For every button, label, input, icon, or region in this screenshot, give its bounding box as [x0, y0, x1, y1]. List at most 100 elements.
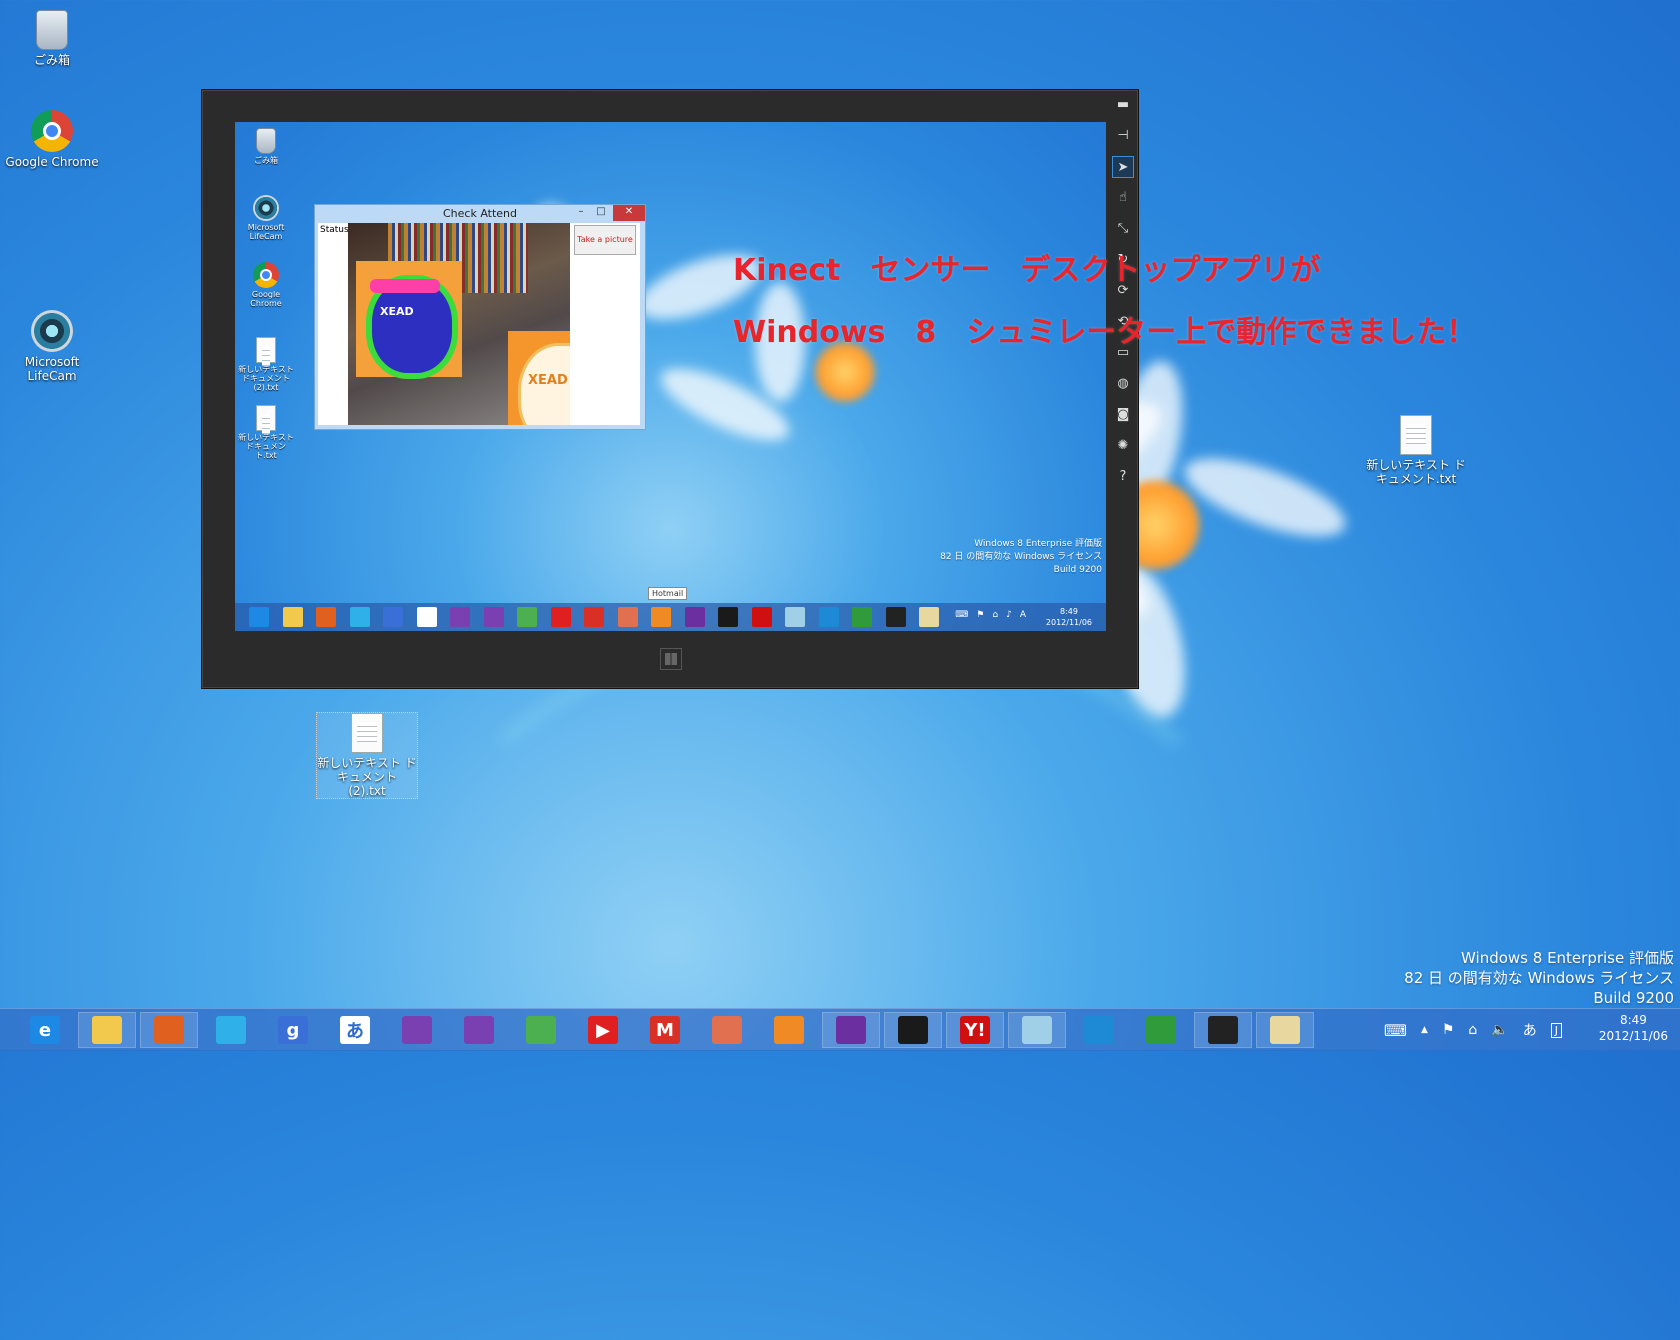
keyboard-icon[interactable]: ⌨	[1384, 1021, 1407, 1040]
google-icon: g	[278, 1016, 308, 1044]
sim-tray: ⌨ ⚑ ⌂ ♪ A	[955, 610, 1026, 620]
sim-desktop-icon-recycle-bin[interactable]: ごみ箱	[236, 128, 296, 165]
sim-taskbar-vs-blue-icon[interactable]	[818, 607, 839, 627]
taskbar-button-paint[interactable]	[1256, 1012, 1314, 1048]
ime-mode-indicator[interactable]: A	[1020, 610, 1026, 620]
taskbar-button-yahoo-[interactable]: Y!	[946, 1012, 1004, 1048]
sim-desktop-icon-chrome[interactable]: Google Chrome	[236, 262, 296, 308]
taskbar-button-visual-studio-2[interactable]	[450, 1012, 508, 1048]
maximize-button[interactable]: □	[591, 205, 611, 221]
sim-desktop-icon-text-document-2[interactable]: 新しいテキスト ドキュメント (2).txt	[236, 337, 296, 392]
sim-taskbar-gmail-icon[interactable]	[584, 607, 604, 627]
volume-icon[interactable]: ♪	[1006, 610, 1012, 620]
taskbar-button-paint-net[interactable]	[140, 1012, 198, 1048]
taskbar-button-evernote[interactable]	[512, 1012, 570, 1048]
sim-taskbar-paint-icon[interactable]	[919, 607, 939, 627]
mouse-mode-icon[interactable]: ➤	[1112, 156, 1134, 178]
ime-mode-icon[interactable]: J	[1550, 1022, 1562, 1038]
desktop-icon-lifecam[interactable]: Microsoft LifeCam	[2, 310, 102, 383]
pin-icon[interactable]: ⊣	[1112, 125, 1134, 147]
sim-taskbar-paint-net-icon[interactable]	[316, 607, 336, 627]
taskbar-button-translator[interactable]: あ	[326, 1012, 384, 1048]
sim-taskbar-vs-green-icon[interactable]	[852, 607, 872, 627]
take-picture-button[interactable]: Take a picture	[574, 225, 636, 255]
sim-desktop-icon-lifecam[interactable]: Microsoft LifeCam	[236, 195, 296, 241]
desktop-icon-chrome[interactable]: Google Chrome	[2, 110, 102, 169]
sim-taskbar-evernote-icon[interactable]	[517, 607, 537, 627]
evernote-icon	[526, 1016, 556, 1044]
taskbar-button-windows-store[interactable]	[202, 1012, 260, 1048]
chrome-icon	[253, 262, 279, 288]
window-title: Check Attend	[442, 207, 517, 220]
sim-taskbar-visual-studio-1-icon[interactable]	[450, 607, 470, 627]
taskbar-button-google[interactable]: g	[264, 1012, 322, 1048]
desktop-icon-label: Google Chrome	[5, 155, 99, 169]
visual-studio-2-icon	[464, 1016, 494, 1044]
sim-taskbar-windows-store-icon[interactable]	[349, 607, 370, 627]
network-icon[interactable]: ⌂	[992, 610, 998, 620]
screenshot-icon[interactable]: ◙	[1112, 404, 1134, 426]
show-hidden-icons-button[interactable]: ▲	[1421, 1025, 1428, 1035]
flag-icon[interactable]: ⚑	[976, 610, 984, 620]
simulator-icon	[1208, 1016, 1238, 1044]
vs-green-icon	[1146, 1016, 1176, 1044]
network-icon[interactable]: ◍	[1112, 373, 1134, 395]
sim-taskbar-visual-studio-icon[interactable]	[684, 607, 705, 627]
simulator-screen[interactable]: ごみ箱 Microsoft LifeCam Google Chrome 新しいテ…	[235, 122, 1106, 631]
watermark-edition: Windows 8 Enterprise 評価版	[974, 539, 1102, 549]
action-center-flag-icon[interactable]: ⚑	[1442, 1022, 1455, 1038]
network-icon[interactable]: ⌂	[1468, 1022, 1477, 1038]
clock[interactable]: 8:49 2012/11/06	[1599, 1012, 1668, 1044]
internet-explorer-icon: e	[30, 1016, 60, 1044]
ime-indicator[interactable]: あ	[1523, 1020, 1537, 1040]
tool-icon	[712, 1016, 742, 1044]
sim-taskbar-vs-express-icon[interactable]	[718, 607, 738, 627]
sim-taskbar-yahoo--icon[interactable]	[751, 607, 772, 627]
sim-icon-label: ごみ箱	[254, 156, 278, 165]
taskbar-button-tool[interactable]	[698, 1012, 756, 1048]
volume-icon[interactable]: 🔈	[1491, 1022, 1508, 1038]
keyboard-icon[interactable]: ⌨	[955, 610, 968, 620]
taskbar-button-vs-blue[interactable]	[1070, 1012, 1128, 1048]
sim-icon-label: Microsoft LifeCam	[247, 223, 285, 241]
clock-time: 8:49	[1619, 1013, 1647, 1027]
desktop-icon-text-document-2[interactable]: 新しいテキスト ドキュメント (2).txt	[316, 712, 418, 799]
minimize-icon[interactable]: ▬	[1112, 94, 1134, 116]
window-titlebar[interactable]: Check Attend – □ ✕	[315, 205, 645, 223]
sim-taskbar-simulator-icon[interactable]	[885, 607, 906, 627]
taskbar-button-visual-studio[interactable]	[822, 1012, 880, 1048]
settings-icon[interactable]: ✺	[1112, 435, 1134, 457]
lifecam-icon	[31, 310, 73, 352]
sim-desktop-icon-text-document[interactable]: 新しいテキスト ドキュメント.txt	[236, 405, 296, 460]
sim-windows-watermark: Windows 8 Enterprise 評価版 82 日 の間有効な Wind…	[940, 538, 1102, 577]
simulator-windows-button[interactable]	[660, 648, 682, 670]
pinch-zoom-icon[interactable]: ⤡	[1112, 218, 1134, 240]
sim-taskbar-file-explorer-icon[interactable]	[282, 607, 303, 627]
sim-taskbar-visual-studio-2-icon[interactable]	[483, 607, 504, 627]
minimize-button[interactable]: –	[571, 205, 591, 221]
close-button[interactable]: ✕	[613, 205, 645, 221]
sim-taskbar-hotmail-icon[interactable]	[651, 607, 671, 627]
taskbar-button-simulator[interactable]	[1194, 1012, 1252, 1048]
sim-taskbar-translator-icon[interactable]	[416, 607, 437, 627]
taskbar-button-gmail[interactable]: M	[636, 1012, 694, 1048]
sim-taskbar-google-icon[interactable]	[383, 607, 403, 627]
taskbar-button-visual-studio-1[interactable]	[388, 1012, 446, 1048]
taskbar-button-vs-express[interactable]	[884, 1012, 942, 1048]
taskbar-button-vs-green[interactable]	[1132, 1012, 1190, 1048]
sim-taskbar-tool-icon[interactable]	[617, 607, 638, 627]
clock-date: 2012/11/06	[1598, 1029, 1668, 1043]
taskbar-button-file-explorer[interactable]	[78, 1012, 136, 1048]
sim-taskbar-youtube-icon[interactable]	[550, 607, 571, 627]
taskbar-button-youtube[interactable]: ▶	[574, 1012, 632, 1048]
sim-clock[interactable]: 8:49 2012/11/06	[1046, 606, 1092, 628]
taskbar-button-hotmail[interactable]	[760, 1012, 818, 1048]
taskbar-button-internet-explorer[interactable]: e	[16, 1012, 74, 1048]
desktop-icon-text-document[interactable]: 新しいテキスト ドキュメント.txt	[1366, 415, 1466, 486]
sim-taskbar-internet-explorer-icon[interactable]	[249, 607, 269, 627]
sim-taskbar-notepad-icon[interactable]	[785, 607, 805, 627]
desktop-icon-recycle-bin[interactable]: ごみ箱	[2, 10, 102, 67]
help-icon[interactable]: ?	[1112, 466, 1134, 488]
taskbar-button-notepad[interactable]	[1008, 1012, 1066, 1048]
touch-mode-icon[interactable]: ☝	[1112, 187, 1134, 209]
